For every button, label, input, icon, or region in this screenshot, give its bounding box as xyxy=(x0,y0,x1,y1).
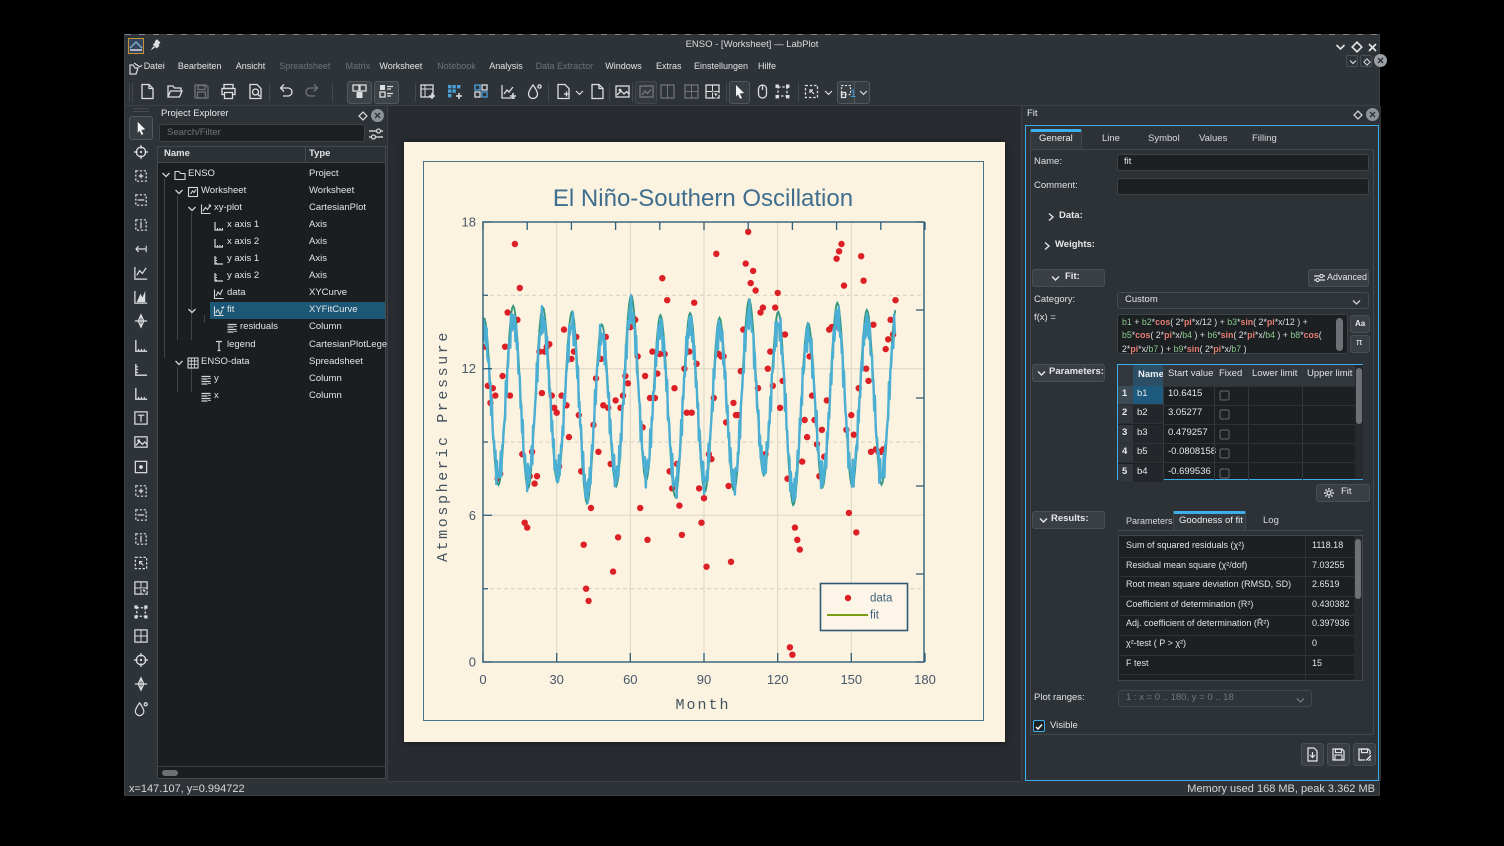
svg-text:1: 1 xyxy=(850,88,856,100)
svg-text:120: 120 xyxy=(767,672,789,687)
svg-text:6: 6 xyxy=(469,508,476,523)
svg-text:data: data xyxy=(870,593,893,605)
svg-text:0: 0 xyxy=(469,655,476,670)
svg-text:180: 180 xyxy=(914,672,936,687)
svg-text:El Niño-Southern Oscillation: El Niño-Southern Oscillation xyxy=(553,185,853,212)
svg-text:Atmospheric Pressure: Atmospheric Pressure xyxy=(435,330,452,562)
svg-text:12: 12 xyxy=(462,361,476,376)
svg-text:fit: fit xyxy=(870,610,880,622)
svg-text:60: 60 xyxy=(623,672,637,687)
svg-text:Month: Month xyxy=(675,697,730,714)
svg-text:150: 150 xyxy=(840,672,862,687)
svg-text:0: 0 xyxy=(479,672,486,687)
svg-text:18: 18 xyxy=(462,215,476,230)
svg-text:90: 90 xyxy=(697,672,711,687)
svg-text:30: 30 xyxy=(549,672,563,687)
